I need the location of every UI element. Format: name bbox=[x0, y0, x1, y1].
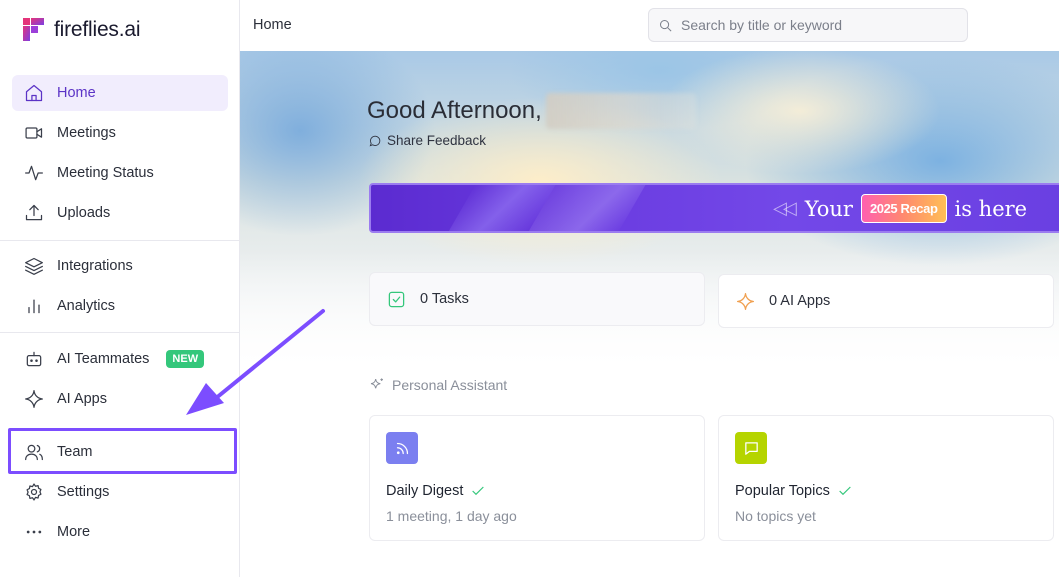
fireflies-logo-icon bbox=[23, 18, 45, 42]
brand-logo[interactable]: fireflies.ai bbox=[23, 18, 140, 42]
share-feedback-link[interactable]: Share Feedback bbox=[368, 133, 486, 148]
share-feedback-label: Share Feedback bbox=[387, 133, 487, 148]
breadcrumb: Home bbox=[253, 17, 292, 33]
check-icon bbox=[472, 486, 485, 496]
upload-icon bbox=[24, 203, 44, 223]
search-icon bbox=[660, 19, 672, 31]
sidebar-item-label: More bbox=[57, 524, 91, 540]
sparkle-icon bbox=[736, 292, 755, 310]
card-title: Popular Topics bbox=[735, 483, 853, 499]
bar-chart-icon bbox=[24, 296, 44, 316]
sidebar-item-meetings[interactable]: Meetings bbox=[12, 115, 228, 151]
daily-digest-subtitle: 1 meeting, 1 day ago bbox=[386, 508, 517, 524]
activity-icon bbox=[24, 163, 44, 183]
main-content: Good Afternoon, Share Feedback ◁◁ Your 2… bbox=[240, 51, 1059, 577]
sidebar: fireflies.ai Home Meetings Meeting Statu… bbox=[0, 0, 240, 577]
sidebar-item-label: Analytics bbox=[57, 298, 116, 314]
recap-pill: 2025 Recap bbox=[860, 194, 947, 223]
new-badge: NEW bbox=[166, 350, 205, 368]
team-highlight-box bbox=[8, 428, 237, 474]
sidebar-divider bbox=[0, 332, 239, 333]
brand-name: fireflies.ai bbox=[54, 18, 141, 41]
sidebar-item-label: Uploads bbox=[57, 205, 111, 221]
personal-assistant-label: Personal Assistant bbox=[392, 377, 508, 393]
sidebar-item-analytics[interactable]: Analytics bbox=[12, 288, 228, 324]
sparkles-icon bbox=[370, 378, 383, 389]
sidebar-item-label: Meeting Status bbox=[57, 165, 154, 181]
greeting: Good Afternoon, bbox=[367, 93, 696, 129]
daily-digest-title: Daily Digest bbox=[386, 483, 464, 499]
sidebar-item-uploads[interactable]: Uploads bbox=[12, 195, 228, 231]
sidebar-item-integrations[interactable]: Integrations bbox=[12, 248, 228, 284]
sidebar-item-meeting-status[interactable]: Meeting Status bbox=[12, 155, 228, 191]
top-bar: Home bbox=[240, 0, 1059, 51]
recap-suffix: is here bbox=[954, 196, 1028, 221]
sidebar-item-label: Settings bbox=[57, 484, 110, 500]
gear-icon bbox=[24, 482, 44, 502]
sidebar-item-label: Home bbox=[57, 85, 96, 101]
sidebar-item-label: AI Teammates bbox=[57, 351, 150, 367]
popular-topics-subtitle: No topics yet bbox=[735, 508, 816, 524]
search-box[interactable] bbox=[648, 8, 968, 42]
sparkle-icon bbox=[24, 389, 44, 409]
popular-topics-card[interactable]: Popular Topics No topics yet bbox=[718, 415, 1054, 541]
rss-icon bbox=[386, 432, 418, 464]
video-icon bbox=[24, 123, 44, 143]
more-icon bbox=[24, 522, 44, 542]
home-icon bbox=[24, 83, 44, 103]
sidebar-item-label: Integrations bbox=[57, 258, 133, 274]
sidebar-item-ai-teammates[interactable]: AI Teammates NEW bbox=[12, 341, 228, 377]
ai-apps-label: 0 AI Apps bbox=[769, 293, 831, 309]
bot-icon bbox=[24, 349, 44, 369]
rewind-icon: ◁◁ bbox=[773, 198, 797, 219]
sidebar-divider bbox=[0, 240, 239, 241]
search-input[interactable] bbox=[681, 17, 951, 33]
ai-apps-card[interactable]: 0 AI Apps bbox=[718, 274, 1054, 328]
daily-digest-card[interactable]: Daily Digest 1 meeting, 1 day ago bbox=[369, 415, 705, 541]
popular-topics-title: Popular Topics bbox=[735, 483, 830, 499]
tasks-card[interactable]: 0 Tasks bbox=[369, 272, 705, 326]
chat-icon bbox=[735, 432, 767, 464]
sidebar-item-ai-apps[interactable]: AI Apps bbox=[12, 381, 228, 417]
recap-prefix: Your bbox=[804, 196, 853, 221]
recap-text: ◁◁ Your 2025 Recap is here bbox=[773, 194, 1027, 223]
layers-icon bbox=[24, 256, 44, 276]
checkbox-icon bbox=[388, 291, 405, 307]
sidebar-item-label: Meetings bbox=[57, 125, 116, 141]
chat-bubble-icon bbox=[369, 135, 381, 146]
personal-assistant-heading: Personal Assistant bbox=[369, 377, 507, 393]
greeting-text: Good Afternoon, bbox=[367, 97, 542, 124]
sidebar-item-more[interactable]: More bbox=[12, 514, 228, 550]
redacted-user-name bbox=[545, 93, 696, 129]
sidebar-item-settings[interactable]: Settings bbox=[12, 474, 228, 510]
card-title: Daily Digest bbox=[386, 483, 486, 499]
sidebar-item-home[interactable]: Home bbox=[12, 75, 228, 111]
tasks-label: 0 Tasks bbox=[420, 291, 469, 307]
recap-banner[interactable]: ◁◁ Your 2025 Recap is here bbox=[369, 183, 1059, 233]
sidebar-item-label: AI Apps bbox=[57, 391, 107, 407]
check-icon bbox=[839, 486, 851, 496]
